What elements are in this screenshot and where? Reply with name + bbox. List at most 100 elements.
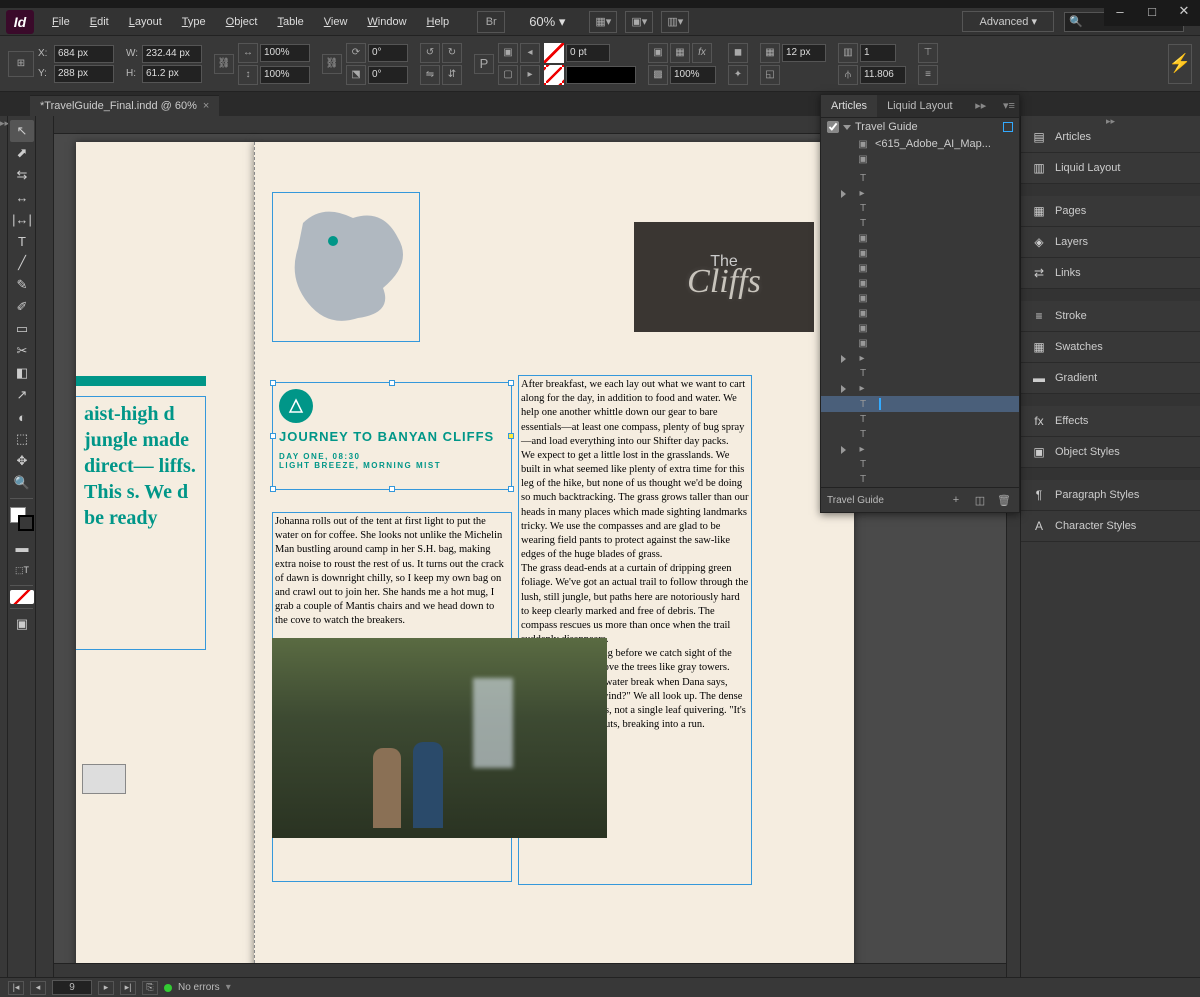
width-input[interactable] — [142, 45, 202, 63]
fill-frame-icon[interactable]: ▦ — [670, 43, 690, 63]
article-item[interactable]: ▣ — [821, 291, 1019, 306]
article-item[interactable]: ▣ — [821, 321, 1019, 336]
minimize-button[interactable]: – — [1104, 0, 1136, 22]
article-item[interactable]: ▸ — [821, 442, 1019, 457]
fill-swatch[interactable] — [544, 43, 564, 63]
menu-file[interactable]: File — [42, 12, 80, 32]
article-item[interactable]: ▣ — [821, 246, 1019, 261]
panel-articles[interactable]: ▤Articles — [1021, 122, 1200, 153]
heading-frame[interactable]: JOURNEY TO BANYAN CLIFFS DAY ONE, 08:30 … — [272, 382, 512, 490]
hiking-photo[interactable] — [272, 638, 607, 838]
tool-10[interactable]: ✂ — [10, 340, 34, 362]
drop-shadow-icon[interactable]: ◼ — [728, 43, 748, 63]
disclosure-triangle-icon[interactable] — [843, 125, 851, 130]
tool-9[interactable]: ▭ — [10, 318, 34, 340]
tool-5[interactable]: T — [10, 230, 34, 252]
quick-apply-icon[interactable]: ✦ — [728, 65, 748, 85]
panel-effects[interactable]: fxEffects — [1021, 406, 1200, 437]
article-item[interactable]: ▣<615_Adobe_AI_Map... — [821, 136, 1019, 152]
vertical-ruler[interactable] — [36, 116, 54, 977]
document-tab[interactable]: *TravelGuide_Final.indd @ 60% × — [30, 95, 219, 116]
left-dock-strip[interactable]: ▸▸ — [0, 116, 8, 977]
align-top-icon[interactable]: ⊤ — [918, 43, 938, 63]
tool-13[interactable]: ◐ — [10, 406, 34, 428]
article-item[interactable]: T — [821, 396, 1019, 412]
screen-mode-icon[interactable]: ▣▾ — [625, 11, 653, 33]
tool-1[interactable]: ⬈ — [10, 142, 34, 164]
article-item[interactable]: T — [821, 216, 1019, 231]
quick-apply-lightning-icon[interactable]: ⚡ — [1168, 44, 1192, 84]
select-container-icon[interactable]: ▣ — [498, 43, 518, 63]
close-button[interactable]: ✕ — [1168, 0, 1200, 22]
panel-gradient[interactable]: ▬Gradient — [1021, 363, 1200, 394]
article-include-checkbox[interactable] — [827, 121, 839, 133]
stroke-swatch[interactable] — [544, 65, 564, 85]
zoom-level[interactable]: 60% ▾ — [529, 14, 565, 30]
article-item[interactable]: T — [821, 427, 1019, 442]
article-item[interactable]: T — [821, 171, 1019, 186]
tool-6[interactable]: ╱ — [10, 252, 34, 274]
article-item[interactable]: ▣ — [821, 276, 1019, 291]
group-disclosure-icon[interactable] — [841, 385, 846, 393]
tool-15[interactable]: ✥ — [10, 450, 34, 472]
effects-btn[interactable]: fx — [692, 43, 712, 63]
cliffs-sign-image[interactable]: The Cliffs — [634, 222, 814, 332]
panel-layers[interactable]: ◈Layers — [1021, 227, 1200, 258]
panel-character-styles[interactable]: ACharacter Styles — [1021, 511, 1200, 542]
view-options-icon[interactable]: ▦▾ — [589, 11, 617, 33]
article-item[interactable]: ▣ — [821, 261, 1019, 276]
bridge-button[interactable]: Br — [477, 11, 505, 33]
next-page-button[interactable]: ▸ — [98, 981, 114, 995]
tool-0[interactable]: ↖ — [10, 120, 34, 142]
open-nav-button[interactable]: ⎘ — [142, 981, 158, 995]
page-field[interactable]: 9 — [52, 980, 92, 995]
article-item[interactable]: ▣ — [821, 306, 1019, 321]
apply-color-icon[interactable]: ▬ — [10, 536, 34, 558]
maximize-button[interactable]: □ — [1136, 0, 1168, 22]
select-content-icon[interactable]: ▢ — [498, 65, 518, 85]
pull-quote-frame[interactable]: aist-high d jungle made direct— liffs. T… — [76, 396, 206, 650]
format-container-icon[interactable]: ⬚T — [10, 559, 34, 581]
select-next-icon[interactable]: ▸ — [520, 65, 540, 85]
tool-16[interactable]: 🔍 — [10, 472, 34, 494]
article-item[interactable]: ▣ — [821, 336, 1019, 351]
scale-y-input[interactable] — [260, 66, 310, 84]
scale-x-input[interactable] — [260, 44, 310, 62]
panel-paragraph-styles[interactable]: ¶Paragraph Styles — [1021, 480, 1200, 511]
constrain-wh-icon[interactable]: ⛓ — [214, 54, 234, 74]
article-item[interactable]: ▸ — [821, 351, 1019, 366]
panel-swatches[interactable]: ▦Swatches — [1021, 332, 1200, 363]
rotate-input[interactable] — [368, 44, 408, 62]
delete-article-icon[interactable]: 🗑 — [995, 491, 1013, 509]
menu-object[interactable]: Object — [216, 12, 268, 32]
panel-object-styles[interactable]: ▣Object Styles — [1021, 437, 1200, 468]
rotate-ccw-icon[interactable]: ↺ — [420, 43, 440, 63]
x-position-input[interactable] — [54, 45, 114, 63]
menu-window[interactable]: Window — [357, 12, 416, 32]
tool-11[interactable]: ◧ — [10, 362, 34, 384]
horizontal-scrollbar[interactable] — [54, 963, 1006, 977]
new-article-icon[interactable]: ◫ — [971, 491, 989, 509]
stroke-style-dropdown[interactable] — [566, 66, 636, 84]
prev-page-button[interactable]: ◂ — [30, 981, 46, 995]
panel-liquid-layout[interactable]: ▥Liquid Layout — [1021, 153, 1200, 184]
panel-stroke[interactable]: ≡Stroke — [1021, 301, 1200, 332]
liquid-layout-tab[interactable]: Liquid Layout — [877, 95, 962, 117]
tool-4[interactable]: |↔| — [10, 208, 34, 230]
flip-v-icon[interactable]: ⇵ — [442, 65, 462, 85]
fill-stroke-proxy[interactable] — [10, 507, 34, 531]
article-item[interactable]: ▸ — [821, 381, 1019, 396]
panel-pages[interactable]: ▦Pages — [1021, 196, 1200, 227]
menu-layout[interactable]: Layout — [119, 12, 172, 32]
apply-none-icon[interactable] — [10, 590, 34, 604]
corner-options-icon[interactable]: ◱ — [760, 65, 780, 85]
screen-mode-tool[interactable]: ▣ — [10, 613, 34, 635]
article-item[interactable]: T — [821, 366, 1019, 381]
menu-type[interactable]: Type — [172, 12, 216, 32]
y-position-input[interactable] — [54, 65, 114, 83]
article-item[interactable]: T — [821, 457, 1019, 472]
group-disclosure-icon[interactable] — [841, 355, 846, 363]
tool-2[interactable]: ⇆ — [10, 164, 34, 186]
add-article-icon[interactable]: + — [947, 491, 965, 509]
auto-fit-icon[interactable]: ▣ — [648, 43, 668, 63]
